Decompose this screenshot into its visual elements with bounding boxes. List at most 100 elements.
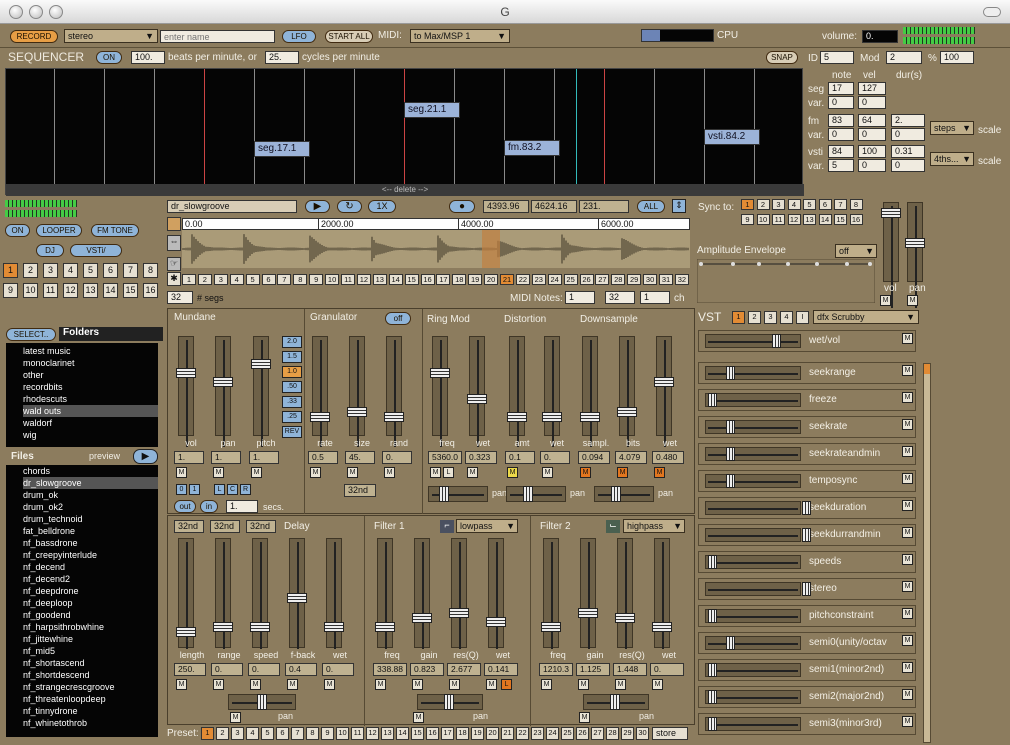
pan-slider[interactable] <box>594 486 654 502</box>
preset-button[interactable]: 13 <box>381 727 394 740</box>
sequencer-segment[interactable]: seg.17.1 <box>254 141 310 157</box>
pan-slider[interactable] <box>506 486 566 502</box>
vst-param-slider[interactable] <box>705 690 801 704</box>
mute-button[interactable]: M <box>902 608 913 619</box>
segment-button[interactable]: 14 <box>388 274 403 285</box>
fader[interactable] <box>384 336 404 447</box>
folder-item[interactable]: wig <box>23 429 158 441</box>
slider-knob[interactable] <box>708 663 717 677</box>
file-item[interactable]: nf_threatenloopdeep <box>23 693 158 705</box>
start-all-button[interactable]: START ALL <box>325 30 373 43</box>
file-item[interactable]: fat_belldrone <box>23 525 158 537</box>
delay-division[interactable]: 32nd <box>210 520 240 533</box>
file-item[interactable]: nf_deepdrone <box>23 585 158 597</box>
mute-button[interactable]: M <box>902 581 913 592</box>
rate-button[interactable]: 1.5 <box>282 351 302 363</box>
sync-button[interactable]: 5 <box>803 199 816 210</box>
fader[interactable] <box>412 538 432 649</box>
channel-button[interactable]: L <box>214 484 225 495</box>
preset-button[interactable]: 10 <box>336 727 349 740</box>
cpm-input[interactable]: 25. <box>265 51 299 64</box>
mute-button[interactable]: M <box>486 679 497 690</box>
fader-value[interactable]: 2.677 <box>447 663 481 676</box>
segment-button[interactable]: 21 <box>500 274 514 285</box>
fader[interactable] <box>449 538 469 649</box>
folder-item[interactable]: recordbits <box>23 381 158 393</box>
midi-channel-input[interactable]: 1 <box>640 291 670 304</box>
preset-button[interactable]: 21 <box>501 727 514 740</box>
mute-button[interactable]: M <box>213 467 224 478</box>
sample-length-value[interactable]: 231. <box>579 200 629 213</box>
mute-button[interactable]: M <box>347 467 358 478</box>
segment-button[interactable]: 23 <box>531 274 546 285</box>
sync-button[interactable]: 1 <box>741 199 754 210</box>
fader-value[interactable]: 0. <box>540 451 570 464</box>
mute-button[interactable]: M <box>580 467 591 478</box>
mute-button[interactable]: M <box>902 473 913 484</box>
file-item[interactable]: nf_decend2 <box>23 573 158 585</box>
vst-tab[interactable]: 3 <box>764 311 777 324</box>
fader-knob[interactable] <box>347 407 367 417</box>
master-pan-fader[interactable] <box>905 202 925 313</box>
midi-note-low-input[interactable]: 1 <box>565 291 595 304</box>
mute-button[interactable]: M <box>907 295 918 306</box>
fader-knob[interactable] <box>580 412 600 422</box>
segment-button[interactable]: 11 <box>341 274 355 285</box>
sync-button[interactable]: 10 <box>756 214 770 225</box>
mute-button[interactable]: M <box>880 295 891 306</box>
midi-dest-select[interactable]: to Max/MSP 1 ▼ <box>410 29 510 43</box>
snap-button[interactable]: SNAP <box>766 51 798 64</box>
slider-knob[interactable] <box>444 694 454 710</box>
rate-button[interactable]: .25 <box>282 411 302 423</box>
vst-tab[interactable]: 1 <box>732 311 745 324</box>
fader[interactable] <box>176 336 196 447</box>
folders-list[interactable]: latest music monoclarinet other recordbits r… <box>6 343 158 447</box>
vsti-vel-input[interactable]: 100 <box>858 145 886 158</box>
pan-slider[interactable] <box>428 486 488 502</box>
mute-button[interactable]: M <box>251 467 262 478</box>
mute-button[interactable]: M <box>902 716 913 727</box>
fader-value[interactable]: 0.323 <box>465 451 497 464</box>
fm-dur-input[interactable]: 2. <box>891 114 925 127</box>
slider-knob[interactable] <box>708 609 717 623</box>
mute-button[interactable]: M <box>579 712 590 723</box>
fader-knob[interactable] <box>324 622 344 632</box>
select-all-button[interactable]: ALL <box>637 200 665 213</box>
preset-button[interactable]: 5 <box>261 727 274 740</box>
lfo-button[interactable]: LFO <box>282 30 316 43</box>
rate-button[interactable]: 1.0 <box>282 366 302 378</box>
mode-on-button[interactable]: ON <box>5 224 30 237</box>
file-item[interactable]: nf_shortdescend <box>23 669 158 681</box>
slider-knob[interactable] <box>708 717 717 731</box>
rate-button[interactable]: .50 <box>282 381 302 393</box>
channel-button[interactable]: C <box>227 484 238 495</box>
seq-note-input[interactable]: 17 <box>828 82 854 95</box>
mute-button[interactable]: M <box>578 679 589 690</box>
fader[interactable] <box>467 336 487 447</box>
segment-button[interactable]: 17 <box>436 274 451 285</box>
fader-knob[interactable] <box>507 412 527 422</box>
master-vol-fader[interactable] <box>881 202 901 313</box>
volume-value[interactable]: 0. <box>862 30 898 43</box>
rate-button[interactable]: REV <box>282 426 302 438</box>
segment-button[interactable]: 6 <box>261 274 276 285</box>
mute-button[interactable]: M <box>287 679 298 690</box>
file-item[interactable]: drum_ok2 <box>23 501 158 513</box>
fader-value[interactable]: 1. <box>174 451 204 464</box>
fader-knob[interactable] <box>213 622 233 632</box>
fader[interactable] <box>251 336 271 447</box>
fader-value[interactable]: 1.448 <box>613 663 647 676</box>
record-dot-icon[interactable]: ● <box>449 200 475 213</box>
preset-button[interactable]: 1 <box>201 727 214 740</box>
fader-value[interactable]: 0.141 <box>484 663 518 676</box>
vst-tab[interactable]: I <box>796 311 809 324</box>
vst-param-slider[interactable] <box>705 582 811 596</box>
preset-button[interactable]: 29 <box>621 727 634 740</box>
mute-button[interactable]: M <box>902 662 913 673</box>
fader-value[interactable]: 0. <box>211 663 243 676</box>
preset-button[interactable]: 3 <box>231 727 244 740</box>
slot-button[interactable]: 7 <box>123 263 138 278</box>
fader-value[interactable]: 0. <box>322 663 354 676</box>
fader[interactable] <box>486 538 506 649</box>
slot-button[interactable]: 15 <box>123 283 138 298</box>
